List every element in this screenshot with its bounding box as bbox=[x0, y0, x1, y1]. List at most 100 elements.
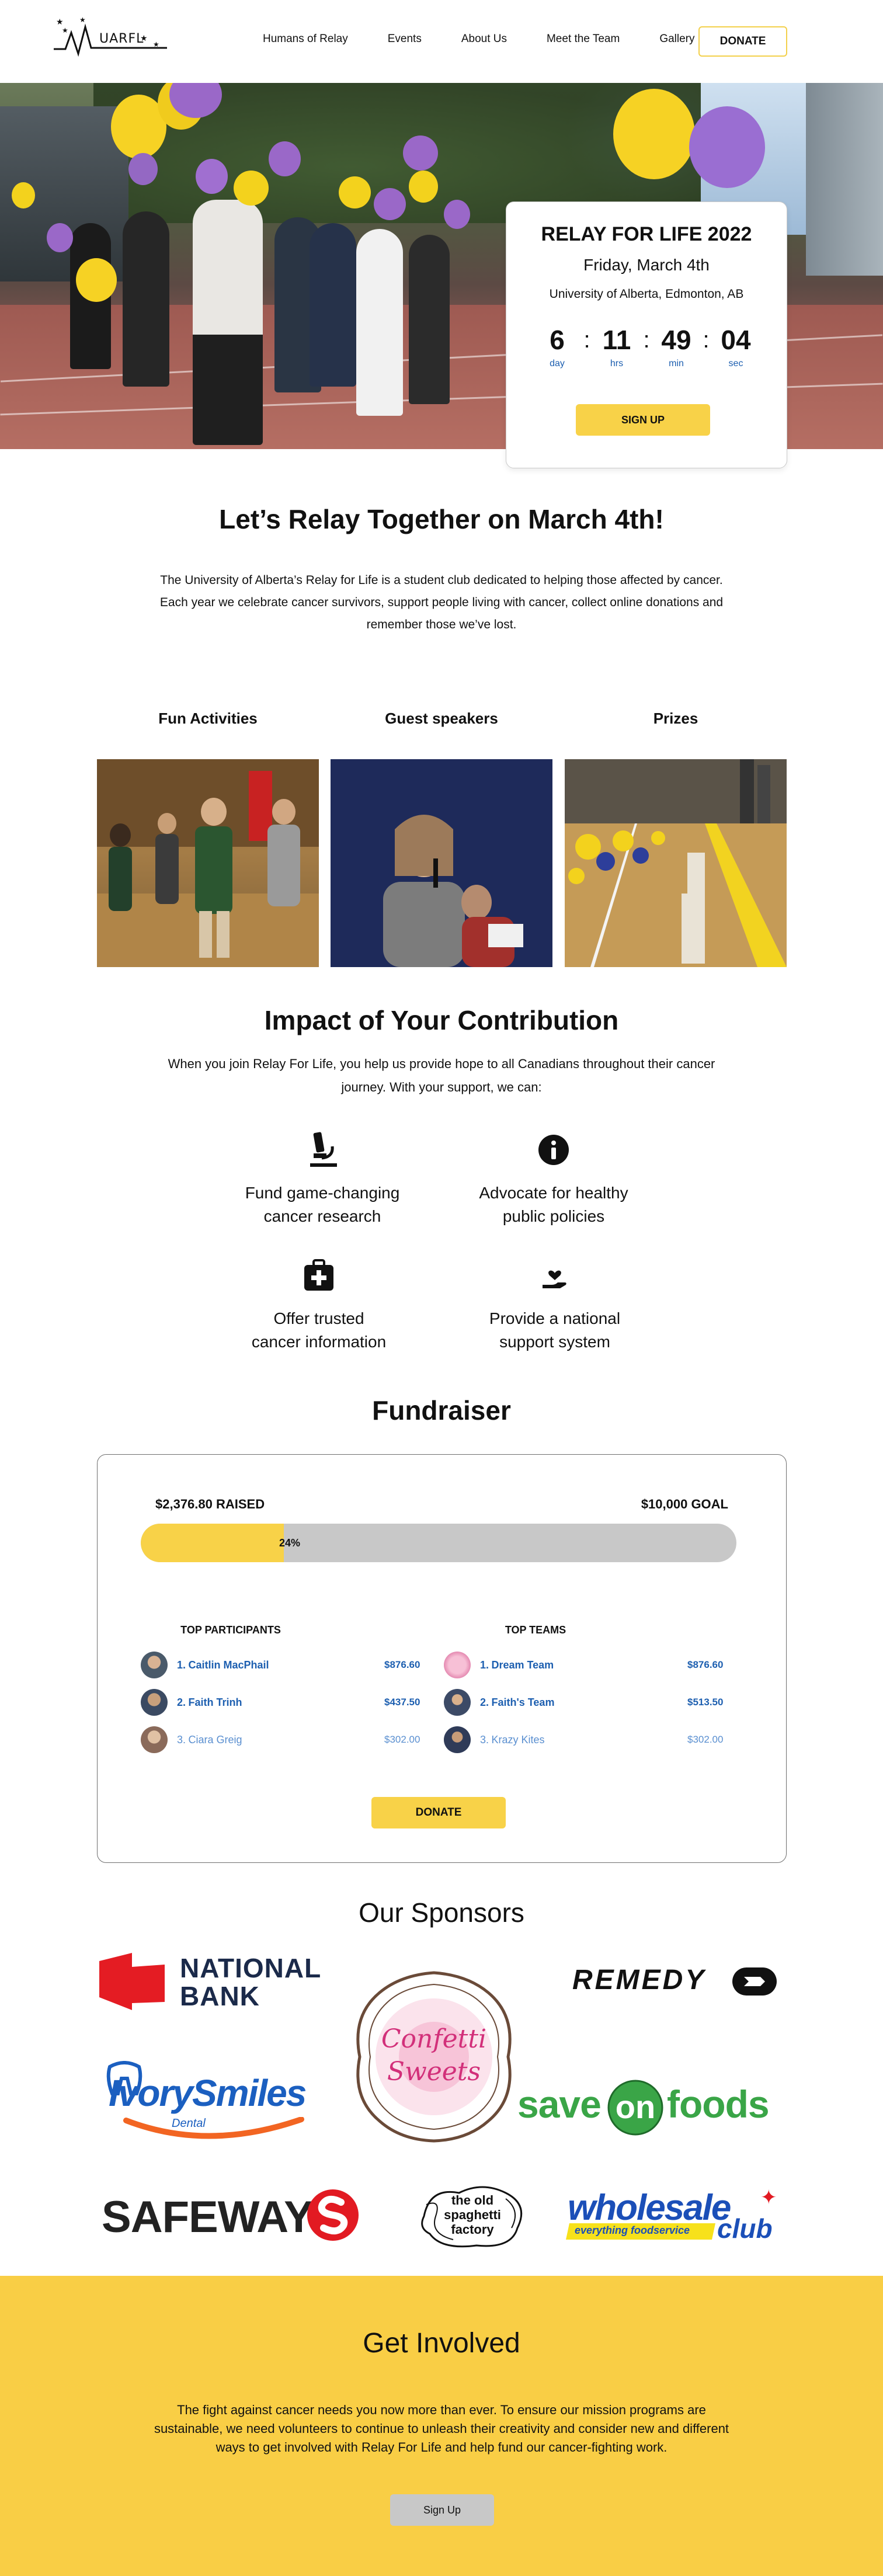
countdown-days: 6 day bbox=[534, 325, 580, 369]
logo-line: wholesale bbox=[568, 2188, 731, 2228]
event-card: RELAY FOR LIFE 2022 Friday, March 4th Un… bbox=[506, 201, 787, 468]
svg-text:★: ★ bbox=[62, 26, 68, 34]
get-involved-title: Get Involved bbox=[363, 2328, 520, 2359]
logo-text: UARFL bbox=[99, 32, 144, 46]
event-location: University of Alberta, Edmonton, AB bbox=[549, 287, 744, 301]
logo-line: the old bbox=[451, 2193, 494, 2207]
fun-activities-photo bbox=[97, 759, 319, 967]
balloon bbox=[234, 171, 269, 206]
avatar bbox=[141, 1689, 168, 1716]
nav-link-meet-the-team[interactable]: Meet the Team bbox=[547, 33, 620, 46]
nav-link-about-us[interactable]: About Us bbox=[461, 33, 507, 46]
get-involved-section: Get Involved The fight against cancer ne… bbox=[0, 2276, 883, 2576]
nav-links: Humans of Relay Events About Us Meet the… bbox=[263, 33, 735, 46]
balloon bbox=[374, 188, 406, 220]
participant-row[interactable]: 1. Caitlin MacPhail bbox=[141, 1650, 269, 1680]
spaghetti-text: the old spaghetti factory bbox=[418, 2193, 527, 2237]
participant-name[interactable]: Faith Trinh bbox=[188, 1697, 242, 1709]
impact-label-line: Advocate for healthy bbox=[479, 1184, 628, 1202]
fundraiser-donate-button[interactable]: DONATE bbox=[371, 1797, 506, 1828]
impact-label-line: Fund game-changing bbox=[245, 1184, 400, 1202]
national-bank-text: NATIONAL BANK bbox=[180, 1954, 321, 2010]
hero-person bbox=[356, 229, 403, 416]
participant-name[interactable]: Ciara Greig bbox=[188, 1734, 242, 1746]
logo-line: foods bbox=[667, 2083, 770, 2126]
balloon bbox=[76, 258, 117, 302]
sponsor-logo-remedy[interactable]: REMEDY bbox=[572, 1964, 777, 1999]
impact-label-line: Offer trusted bbox=[273, 1309, 364, 1327]
hero-person bbox=[310, 223, 356, 387]
sponsor-logo-save-on-foods[interactable]: save on foods bbox=[517, 2076, 774, 2140]
balloon bbox=[403, 135, 438, 171]
event-title: RELAY FOR LIFE 2022 bbox=[541, 223, 752, 245]
balloon bbox=[339, 176, 371, 208]
countdown-separator: : bbox=[583, 327, 590, 353]
team-name[interactable]: Faith's Team bbox=[491, 1697, 554, 1709]
avatar bbox=[141, 1652, 168, 1678]
team-name[interactable]: Dream Team bbox=[491, 1659, 554, 1671]
sponsor-logo-wholesale-club[interactable]: wholesale everything foodservice club ✦ bbox=[566, 2186, 783, 2245]
team-row[interactable]: 3. Krazy Kites bbox=[444, 1725, 545, 1754]
balloon bbox=[444, 200, 470, 229]
impact-item-research: Fund game-changing cancer research bbox=[217, 1130, 427, 1228]
team-rank: 2. bbox=[480, 1696, 489, 1708]
hero-person bbox=[409, 235, 450, 404]
sponsor-logo-old-spaghetti-factory[interactable]: the old spaghetti factory bbox=[418, 2181, 527, 2251]
sponsor-logo-safeway[interactable]: SAFEWAY bbox=[102, 2187, 370, 2245]
sponsor-logo-confetti-sweets[interactable]: Confetti Sweets bbox=[350, 1969, 517, 2144]
balloon bbox=[613, 89, 695, 179]
impact-item-information: Offer trusted cancer information bbox=[214, 1256, 424, 1354]
countdown-value: 6 bbox=[550, 325, 565, 355]
prizes-photo bbox=[565, 759, 787, 967]
info-icon bbox=[533, 1130, 574, 1171]
countdown-value: 11 bbox=[602, 325, 631, 355]
avatar bbox=[444, 1689, 471, 1716]
team-row[interactable]: 2. Faith's Team bbox=[444, 1688, 554, 1717]
progress-percent: 24% bbox=[279, 1537, 301, 1549]
uarfl-logo[interactable]: ★ ★ ★ ★ ★ UARFL bbox=[53, 15, 169, 62]
impact-label-line: Provide a national bbox=[489, 1309, 621, 1327]
impact-title: Impact of Your Contribution bbox=[264, 1005, 619, 1035]
event-signup-button[interactable]: SIGN UP bbox=[576, 404, 710, 436]
get-involved-signup-button[interactable]: Sign Up bbox=[390, 2494, 494, 2526]
team-row[interactable]: 1. Dream Team bbox=[444, 1650, 554, 1680]
sponsor-logo-ivory-smiles[interactable]: IvorySmiles Dental bbox=[103, 2059, 313, 2146]
countdown-value: 49 bbox=[661, 325, 691, 355]
impact-label: Provide a national support system bbox=[450, 1307, 660, 1354]
balloon bbox=[128, 153, 158, 185]
progress-bar: 24% bbox=[141, 1524, 736, 1562]
team-name[interactable]: Krazy Kites bbox=[491, 1734, 544, 1746]
logo-line: save bbox=[517, 2083, 602, 2126]
safeway-text: SAFEWAY bbox=[102, 2192, 314, 2242]
participant-row[interactable]: 2. Faith Trinh bbox=[141, 1688, 242, 1717]
sponsors-title: Our Sponsors bbox=[359, 1897, 524, 1928]
event-date: Friday, March 4th bbox=[583, 256, 710, 274]
sponsor-logo-national-bank[interactable]: NATIONAL BANK bbox=[97, 1949, 321, 2014]
nav-link-gallery[interactable]: Gallery bbox=[659, 33, 694, 46]
nav-link-events[interactable]: Events bbox=[388, 33, 422, 46]
hero-person bbox=[123, 211, 169, 387]
nav-link-humans-of-relay[interactable]: Humans of Relay bbox=[263, 33, 348, 46]
team-amount: $876.60 bbox=[687, 1659, 724, 1670]
impact-item-support: Provide a national support system bbox=[450, 1256, 660, 1354]
hero-person bbox=[193, 200, 263, 445]
participant-name[interactable]: Caitlin MacPhail bbox=[188, 1659, 269, 1671]
countdown-separator: : bbox=[643, 327, 650, 353]
team-rank: 3. bbox=[480, 1733, 489, 1746]
balloon bbox=[409, 171, 438, 203]
impact-label-line: support system bbox=[499, 1333, 610, 1351]
svg-text:★: ★ bbox=[153, 40, 159, 48]
nav-donate-button[interactable]: DONATE bbox=[698, 26, 787, 57]
countdown-timer: 6 day : 11 hrs : 49 min : 04 sec bbox=[506, 325, 787, 369]
participant-row[interactable]: 3. Ciara Greig bbox=[141, 1725, 242, 1754]
participant-amount: $876.60 bbox=[384, 1659, 420, 1670]
impact-label: Advocate for healthy public policies bbox=[449, 1181, 659, 1228]
impact-label-line: cancer research bbox=[263, 1207, 381, 1225]
countdown-unit: hrs bbox=[610, 359, 624, 369]
countdown-unit: sec bbox=[728, 359, 743, 369]
feature-label-fun-activities: Fun Activities bbox=[158, 710, 258, 727]
team-rank: 1. bbox=[480, 1659, 489, 1671]
maple-leaf-icon: ✦ bbox=[760, 2186, 777, 2209]
team-amount: $513.50 bbox=[687, 1697, 724, 1708]
impact-label-line: cancer information bbox=[251, 1333, 387, 1351]
